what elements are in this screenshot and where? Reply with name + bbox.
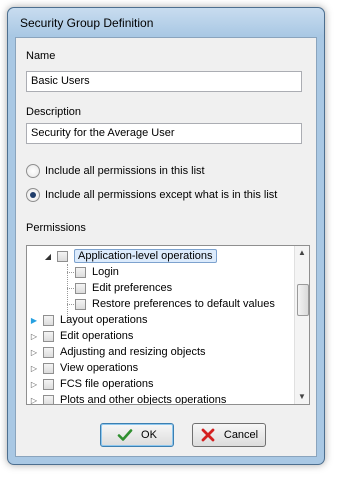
cancel-x-icon	[201, 428, 215, 442]
tree-item-adjusting[interactable]: ▷ Adjusting and resizing objects	[29, 344, 206, 360]
tree-checkbox[interactable]	[43, 330, 54, 342]
tree-item-label: Adjusting and resizing objects	[60, 346, 206, 358]
title-bar[interactable]: Security Group Definition	[8, 8, 324, 36]
tree-checkbox[interactable]	[43, 394, 54, 404]
radio-include-except-label: Include all permissions except what is i…	[45, 189, 278, 201]
permissions-tree[interactable]: ◢ Application-level operations Login Edi…	[26, 245, 310, 405]
tree-item-label: FCS file operations	[60, 378, 154, 390]
description-label: Description	[26, 106, 82, 118]
tree-checkbox[interactable]	[75, 282, 86, 294]
cancel-button-label: Cancel	[223, 429, 259, 441]
expand-triangle-icon[interactable]: ▷	[29, 332, 39, 341]
tree-item-label: Edit preferences	[92, 282, 173, 294]
name-label: Name	[26, 50, 56, 62]
tree-item-view[interactable]: ▷ View operations	[29, 360, 138, 376]
expand-triangle-icon[interactable]: ▷	[29, 364, 39, 373]
scroll-up-arrow-icon[interactable]: ▲	[295, 246, 309, 260]
tree-item-label: Application-level operations	[74, 249, 217, 263]
permissions-label: Permissions	[26, 222, 86, 234]
tree-item-label: Restore preferences to default values	[92, 298, 275, 310]
tree-checkbox[interactable]	[43, 362, 54, 374]
cancel-button[interactable]: Cancel	[192, 423, 266, 447]
tree-item-label: View operations	[60, 362, 139, 374]
dialog-window: Security Group Definition Name Basic Use…	[7, 7, 325, 465]
radio-button-selected[interactable]	[26, 188, 40, 202]
tree-item-fcs[interactable]: ▷ FCS file operations	[29, 376, 154, 392]
tree-checkbox[interactable]	[57, 250, 68, 262]
expand-triangle-icon[interactable]: ▶	[29, 316, 39, 325]
tree-item-plots[interactable]: ▷ Plots and other objects operations	[29, 392, 227, 405]
tree-item-label: Plots and other objects operations	[60, 394, 227, 405]
tree-connector	[67, 272, 74, 273]
tree-item-label: Login	[92, 266, 119, 278]
expand-triangle-icon[interactable]: ▷	[29, 380, 39, 389]
radio-include-all-label: Include all permissions in this list	[45, 165, 205, 177]
scroll-down-arrow-icon[interactable]: ▼	[295, 390, 309, 404]
tree-item-restore-preferences[interactable]: Restore preferences to default values	[75, 296, 275, 312]
tree-item-edit-preferences[interactable]: Edit preferences	[75, 280, 172, 296]
scroll-thumb[interactable]	[297, 284, 309, 316]
radio-include-except[interactable]: Include all permissions except what is i…	[26, 187, 277, 203]
tree-scrollbar[interactable]: ▲ ▼	[294, 246, 309, 404]
tree-connector	[67, 288, 74, 289]
tree-item-label: Edit operations	[60, 330, 134, 342]
tree-item-edit[interactable]: ▷ Edit operations	[29, 328, 133, 344]
name-input[interactable]: Basic Users	[26, 71, 302, 92]
tree-item-layout[interactable]: ▶ Layout operations	[29, 312, 148, 328]
tree-item-label: Layout operations	[60, 314, 148, 326]
tree-checkbox[interactable]	[43, 346, 54, 358]
dialog-title: Security Group Definition	[20, 16, 154, 30]
tree-checkbox[interactable]	[75, 298, 86, 310]
ok-button[interactable]: OK	[100, 423, 174, 447]
dialog-body: Name Basic Users Description Security fo…	[15, 37, 317, 457]
tree-connector	[67, 304, 74, 305]
tree-checkbox[interactable]	[75, 266, 86, 278]
description-input[interactable]: Security for the Average User	[26, 123, 302, 144]
tree-checkbox[interactable]	[43, 378, 54, 390]
radio-button[interactable]	[26, 164, 40, 178]
expand-triangle-icon[interactable]: ▷	[29, 396, 39, 405]
tree-checkbox[interactable]	[43, 314, 54, 326]
ok-button-label: OK	[141, 429, 157, 441]
tree-item-login[interactable]: Login	[75, 264, 119, 280]
checkmark-icon	[117, 429, 133, 441]
tree-item-application-level[interactable]: ◢ Application-level operations	[43, 248, 217, 264]
radio-include-all[interactable]: Include all permissions in this list	[26, 163, 205, 179]
collapse-triangle-icon[interactable]: ◢	[43, 252, 53, 261]
expand-triangle-icon[interactable]: ▷	[29, 348, 39, 357]
